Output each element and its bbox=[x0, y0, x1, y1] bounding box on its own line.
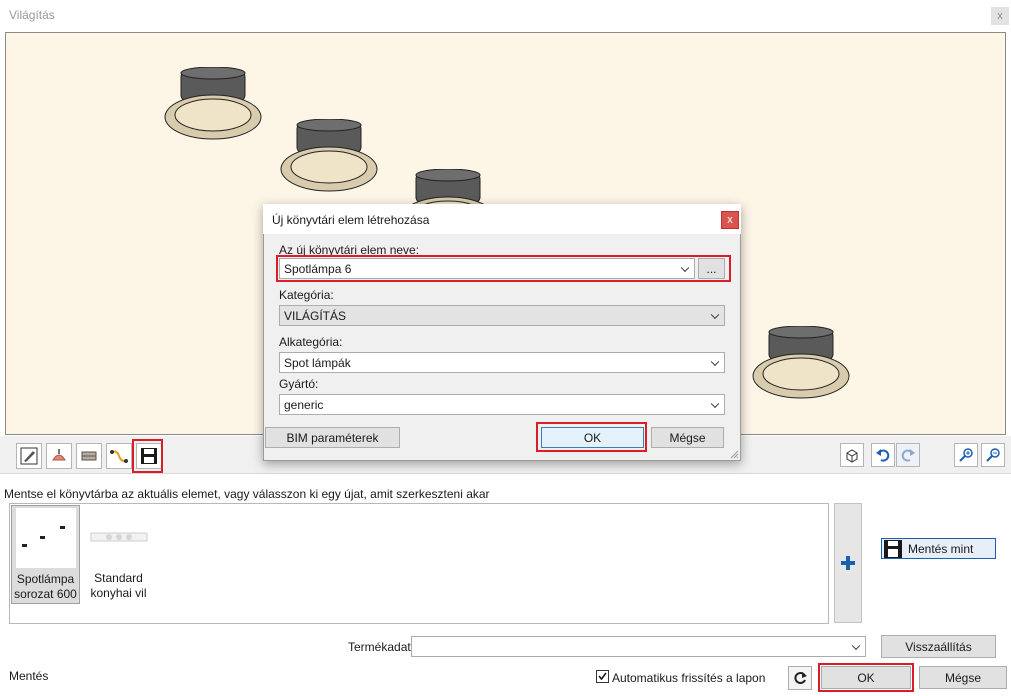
plus-icon bbox=[841, 556, 855, 570]
highlight-name-field bbox=[276, 255, 731, 282]
kitchen-light-thumbnail bbox=[90, 532, 147, 542]
list-item[interactable]: Spotlámpa sorozat 600 bbox=[11, 505, 80, 604]
window-close-button[interactable]: x bbox=[991, 7, 1009, 25]
chevron-down-icon bbox=[710, 357, 720, 366]
curve-icon[interactable] bbox=[106, 443, 132, 469]
material-icon[interactable] bbox=[76, 443, 102, 469]
highlight-dialog-ok bbox=[536, 422, 647, 452]
dialog-close-button[interactable]: x bbox=[721, 211, 739, 229]
spotlight-series-thumbnail bbox=[15, 508, 76, 568]
reset-button[interactable]: Visszaállítás bbox=[881, 635, 996, 658]
list-item-label: Spotlámpa bbox=[16, 572, 75, 586]
redo-icon[interactable] bbox=[896, 443, 920, 467]
manufacturer-label: Gyártó: bbox=[279, 377, 319, 391]
add-item-button[interactable] bbox=[834, 503, 862, 623]
dialog-cancel-button[interactable]: Mégse bbox=[651, 427, 724, 448]
undo-icon[interactable] bbox=[871, 443, 895, 467]
spotlight-model-1 bbox=[164, 67, 262, 140]
status-text: Mentés bbox=[9, 669, 49, 683]
manufacturer-value: generic bbox=[284, 397, 324, 412]
auto-refresh-label: Automatikus frissítés a lapon bbox=[612, 671, 766, 685]
spotlight-model-4 bbox=[752, 326, 850, 399]
dialog-title: Új könyvtári elem létrehozása bbox=[272, 213, 430, 227]
category-value: VILÁGÍTÁS bbox=[284, 308, 347, 323]
lamp-icon[interactable] bbox=[46, 443, 72, 469]
spotlight-model-2 bbox=[280, 119, 378, 192]
list-item-label: Standard bbox=[94, 571, 143, 585]
checkmark-icon bbox=[598, 672, 607, 681]
subcategory-value: Spot lámpák bbox=[284, 355, 351, 370]
save-disk-icon bbox=[884, 539, 902, 558]
chevron-down-icon bbox=[710, 310, 720, 319]
highlight-ok-button bbox=[818, 663, 914, 692]
chevron-down-icon bbox=[710, 399, 720, 408]
manufacturer-select[interactable]: generic bbox=[279, 394, 725, 415]
list-item-label: konyhai vil bbox=[90, 586, 147, 600]
save-as-label: Mentés mint bbox=[908, 541, 974, 556]
resize-grip-icon[interactable] bbox=[728, 448, 739, 459]
list-item-label: sorozat 600 bbox=[14, 587, 77, 601]
cancel-button[interactable]: Mégse bbox=[919, 666, 1007, 689]
edit-pencil-icon[interactable] bbox=[16, 443, 42, 469]
refresh-icon bbox=[794, 672, 807, 684]
library-list[interactable]: Spotlámpa sorozat 600 Standard konyhai v… bbox=[9, 503, 829, 624]
highlight-save-icon bbox=[132, 439, 163, 473]
product-data-select[interactable] bbox=[411, 636, 866, 657]
category-select[interactable]: VILÁGÍTÁS bbox=[279, 305, 725, 326]
refresh-button[interactable] bbox=[788, 666, 812, 690]
auto-refresh-checkbox[interactable] bbox=[596, 670, 609, 683]
bim-parameters-button[interactable]: BIM paraméterek bbox=[265, 427, 400, 448]
zoom-out-icon[interactable] bbox=[981, 443, 1005, 467]
subcategory-select[interactable]: Spot lámpák bbox=[279, 352, 725, 373]
category-label: Kategória: bbox=[279, 288, 334, 302]
subcategory-label: Alkategória: bbox=[279, 335, 343, 349]
list-item[interactable]: Standard konyhai vil bbox=[84, 505, 153, 604]
chevron-down-icon bbox=[851, 641, 861, 650]
product-data-label: Termékadat bbox=[348, 640, 411, 654]
window-title: Világítás bbox=[9, 8, 55, 22]
library-hint-text: Mentse el könyvtárba az aktuális elemet,… bbox=[4, 487, 490, 501]
save-as-button[interactable]: Mentés mint bbox=[881, 538, 996, 559]
zoom-in-icon[interactable] bbox=[954, 443, 978, 467]
3d-box-icon[interactable] bbox=[840, 443, 864, 467]
